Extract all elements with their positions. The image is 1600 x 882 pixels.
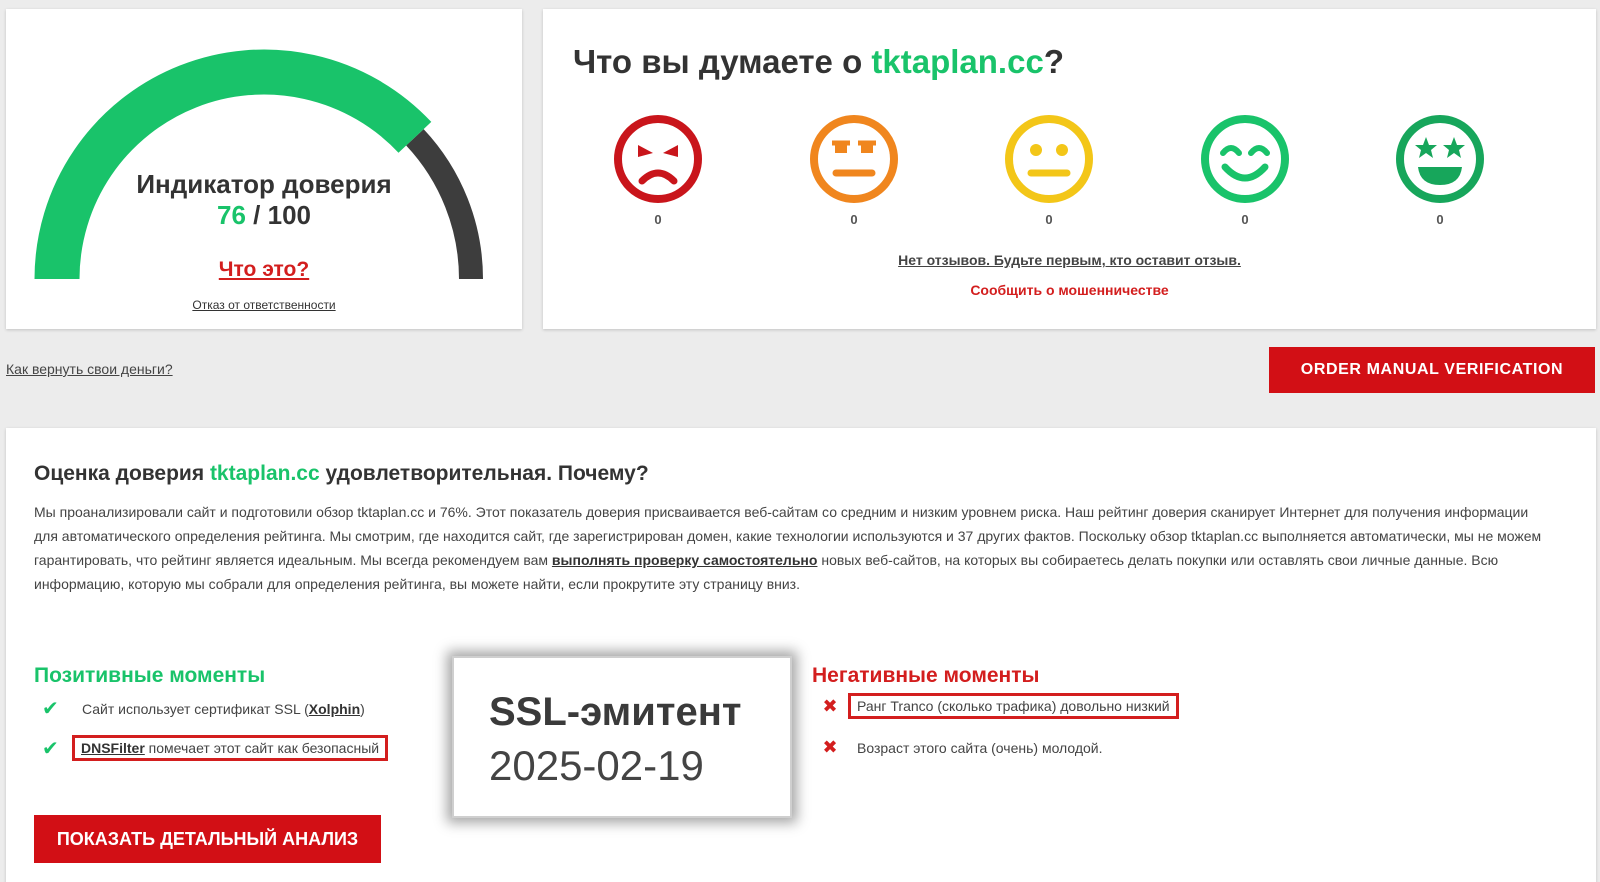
what-is-it-link[interactable]: Что это?	[6, 258, 522, 282]
negative-item-age: ✖ Возраст этого сайта (очень) молодой.	[812, 737, 1103, 758]
disclaimer-link[interactable]: Отказ от ответственности	[6, 298, 522, 312]
star-eyes-face-icon[interactable]	[1394, 113, 1486, 205]
dnsfilter-text: помечает этот сайт как безопасный	[144, 740, 380, 756]
trust-score-max: / 100	[253, 200, 311, 230]
ssl-issuer-label: SSL-эмитент	[489, 690, 742, 734]
show-detailed-analysis-button[interactable]: ПОКАЗАТЬ ДЕТАЛЬНЫЙ АНАЛИЗ	[34, 815, 381, 863]
review-question-suffix: ?	[1043, 43, 1064, 80]
negative-item-tranco: ✖ Ранг Tranco (сколько трафика) довольно…	[812, 693, 1179, 719]
review-question-prefix: Что вы думаете о	[573, 43, 872, 80]
ssl-text-prefix: Сайт использует сертификат SSL (	[82, 700, 309, 717]
dnsfilter-highlight: DNSFilter помечает этот сайт как безопас…	[72, 735, 389, 761]
site-age-text: Возраст этого сайта (очень) молодой.	[857, 739, 1103, 756]
trust-indicator-title: Индикатор доверия	[136, 169, 392, 199]
review-question: Что вы думаете о tktaplan.cc?	[573, 43, 1064, 81]
dnsfilter-link[interactable]: DNSFilter	[81, 740, 145, 756]
positive-item-dnsfilter: ✔ DNSFilter помечает этот сайт как безоп…	[42, 735, 389, 761]
analysis-title-prefix: Оценка доверия	[34, 462, 210, 485]
review-domain: tktaplan.cc	[871, 43, 1044, 80]
happy-count: 0	[1241, 212, 1249, 227]
angry-face-icon[interactable]	[612, 113, 704, 205]
ssl-issuer-overlay: SSL-эмитент 2025-02-19	[452, 656, 792, 818]
review-card: Что вы думаете о tktaplan.cc? 0 0 0 0 0 …	[543, 9, 1596, 329]
cross-icon: ✖	[822, 695, 838, 716]
cross-icon: ✖	[822, 737, 838, 757]
neutral-count: 0	[1045, 212, 1053, 227]
negative-heading: Негативные моменты	[812, 664, 1040, 687]
neutral-face-icon[interactable]	[1003, 113, 1095, 205]
report-fraud-link[interactable]: Сообщить о мошенничестве	[543, 282, 1596, 298]
positive-heading: Позитивные моменты	[34, 664, 266, 687]
refund-link[interactable]: Как вернуть свои деньги?	[6, 361, 173, 377]
check-icon: ✔	[42, 698, 59, 720]
star-eyes-count: 0	[1436, 212, 1444, 227]
annoyed-count: 0	[850, 212, 858, 227]
self-check-link[interactable]: выполнять проверку самостоятельно	[552, 552, 818, 568]
analysis-text: Мы проанализировали сайт и подготовили о…	[34, 500, 1554, 596]
tranco-highlight: Ранг Tranco (сколько трафика) довольно н…	[848, 693, 1179, 719]
analysis-title-suffix: удовлетворительная. Почему?	[319, 462, 649, 485]
happy-face-icon[interactable]	[1199, 113, 1291, 205]
angry-count: 0	[654, 212, 662, 227]
order-manual-verification-button[interactable]: ORDER MANUAL VERIFICATION	[1269, 347, 1595, 393]
analysis-title: Оценка доверия tktaplan.cc удовлетворите…	[34, 462, 649, 486]
ssl-issue-date: 2025-02-19	[489, 742, 704, 789]
no-reviews-link[interactable]: Нет отзывов. Будьте первым, кто оставит …	[543, 252, 1596, 268]
annoyed-face-icon[interactable]	[808, 113, 900, 205]
check-icon: ✔	[42, 737, 59, 760]
positive-item-ssl: ✔ Сайт использует сертификат SSL (Xolphi…	[42, 696, 365, 721]
analysis-card: Оценка доверия tktaplan.cc удовлетворите…	[6, 428, 1596, 882]
trust-indicator-card: Индикатор доверия 76 / 100 Что это? Отка…	[6, 9, 522, 329]
ssl-text-suffix: )	[360, 700, 365, 717]
analysis-domain: tktaplan.cc	[209, 462, 320, 485]
trust-score-value: 76	[217, 200, 246, 230]
ssl-issuer-link[interactable]: Xolphin	[309, 701, 360, 717]
trust-score: 76 / 100	[6, 200, 522, 231]
